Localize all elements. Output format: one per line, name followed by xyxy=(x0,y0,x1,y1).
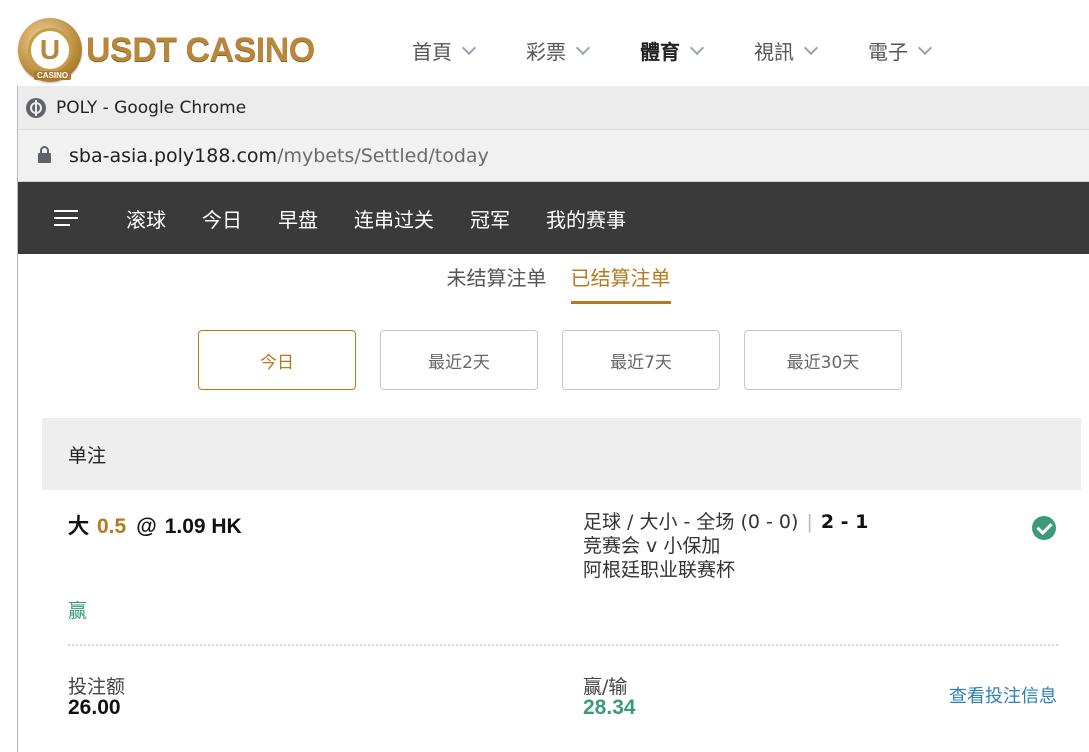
logo-letter: U xyxy=(28,28,72,72)
bet-market: 足球 / 大小 - 全场 (0 - 0) xyxy=(583,511,799,533)
final-score: 2 - 1 xyxy=(820,511,869,533)
tab-early[interactable]: 早盘 xyxy=(278,204,318,233)
bets-content: 未结算注单 已结算注单 今日 最近2天 最近7天 最近30天 单注 大 0.5 @1… xyxy=(18,254,1089,719)
casino-logo[interactable]: U CASINO USDT CASINO xyxy=(18,18,315,82)
bet-line: 0.5 xyxy=(97,515,127,538)
logo-sub: CASINO xyxy=(34,71,72,80)
casino-nav-label: 電子 xyxy=(868,40,908,64)
check-circle-icon xyxy=(1032,516,1056,540)
address-bar[interactable]: sba-asia.poly188.com/mybets/Settled/toda… xyxy=(18,130,1089,182)
chrome-window: POLY - Google Chrome sba-asia.poly188.co… xyxy=(17,86,1089,752)
bet-info: 足球 / 大小 - 全场 (0 - 0) | 2 - 1 竞赛会 v 小保加 阿根廷… xyxy=(583,510,868,582)
casino-nav-lottery[interactable]: 彩票 xyxy=(526,36,591,65)
bet-result: 赢 xyxy=(68,600,88,622)
tab-unsettled[interactable]: 未结算注单 xyxy=(447,262,547,304)
logo-text: USDT CASINO xyxy=(86,30,315,69)
tab-outright[interactable]: 冠军 xyxy=(470,204,510,233)
stake-value: 26.00 xyxy=(68,696,121,719)
casino-nav-label: 首頁 xyxy=(412,40,452,64)
casino-nav: 首頁 彩票 體育 視訊 電子 xyxy=(412,36,982,65)
casino-nav-label: 體育 xyxy=(640,40,680,64)
match-name: 竞赛会 v 小保加 xyxy=(583,535,721,557)
url-host: sba-asia.poly188.com xyxy=(69,144,278,167)
dotted-divider xyxy=(68,644,1058,646)
tab-live[interactable]: 滚球 xyxy=(126,204,166,233)
winloss-label: 赢/输 xyxy=(583,676,628,698)
sport-nav: 滚球 今日 早盘 连串过关 冠军 我的赛事 xyxy=(18,182,1089,254)
bet-status-tabs: 未结算注单 已结算注单 xyxy=(28,254,1089,306)
chevron-down-icon xyxy=(803,40,819,55)
casino-nav-label: 視訊 xyxy=(754,40,794,64)
bet-selection: 大 0.5 @1.09 HK xyxy=(68,510,242,540)
chevron-down-icon xyxy=(461,40,477,55)
casino-nav-home[interactable]: 首頁 xyxy=(412,36,477,65)
filter-7days-button[interactable]: 最近7天 xyxy=(562,330,720,390)
chrome-title-bar[interactable]: POLY - Google Chrome xyxy=(18,86,1089,130)
tab-settled[interactable]: 已结算注单 xyxy=(570,262,671,304)
chevron-down-icon xyxy=(689,40,705,55)
winloss-value: 28.34 xyxy=(583,696,636,719)
tab-my-events[interactable]: 我的赛事 xyxy=(546,204,626,233)
view-bet-details-link[interactable]: 查看投注信息 xyxy=(949,682,1057,708)
bet-odds: 1.09 HK xyxy=(164,515,242,538)
filter-30days-button[interactable]: 最近30天 xyxy=(744,330,902,390)
casino-nav-sports[interactable]: 體育 xyxy=(640,36,705,65)
casino-nav-label: 彩票 xyxy=(526,40,566,64)
globe-icon xyxy=(26,97,46,118)
casino-nav-live[interactable]: 視訊 xyxy=(754,36,819,65)
tab-parlay[interactable]: 连串过关 xyxy=(354,204,434,233)
stake-label: 投注额 xyxy=(68,676,126,698)
filter-2days-button[interactable]: 最近2天 xyxy=(380,330,538,390)
bet-market-row: 足球 / 大小 - 全场 (0 - 0) | 2 - 1 xyxy=(583,510,868,534)
casino-header: U CASINO USDT CASINO 首頁 彩票 體育 視訊 電子 xyxy=(0,0,1089,88)
market-separator: | xyxy=(806,511,813,533)
logo-badge-icon: U CASINO xyxy=(18,18,82,82)
url-path: /mybets/Settled/today xyxy=(277,144,489,167)
menu-icon[interactable] xyxy=(54,210,78,226)
selection-name: 大 xyxy=(68,515,89,538)
chevron-down-icon xyxy=(917,40,933,55)
tab-today[interactable]: 今日 xyxy=(202,204,242,233)
casino-nav-slots[interactable]: 電子 xyxy=(868,36,933,65)
lock-icon[interactable] xyxy=(38,145,51,163)
league-name: 阿根廷职业联赛杯 xyxy=(583,559,736,581)
at-symbol: @ xyxy=(136,515,157,538)
chevron-down-icon xyxy=(575,40,591,55)
filter-today-button[interactable]: 今日 xyxy=(198,330,356,390)
window-title: POLY - Google Chrome xyxy=(56,97,247,118)
date-filters: 今日 最近2天 最近7天 最近30天 xyxy=(18,330,1089,390)
section-title: 单注 xyxy=(42,418,1081,490)
